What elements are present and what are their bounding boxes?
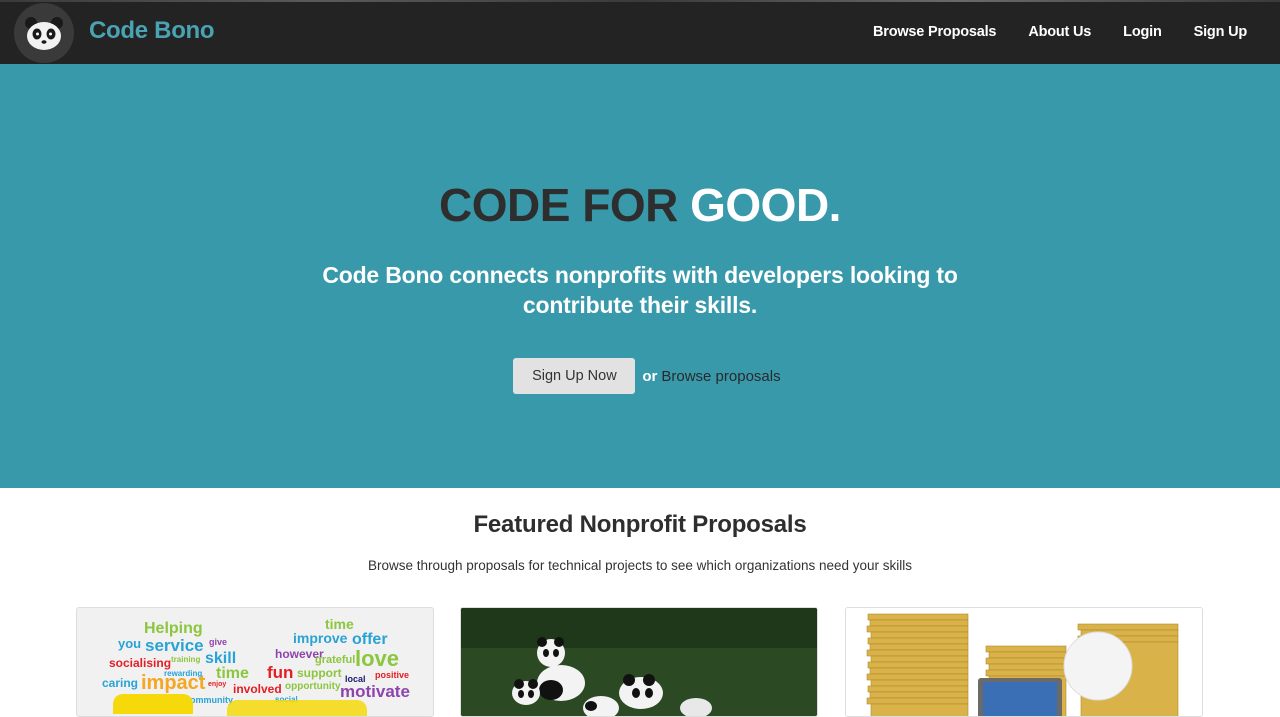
word-cloud-word: love [355,646,400,671]
hero-section: CODE FOR GOOD. Code Bono connects nonpro… [0,64,1280,488]
pandas-photo [461,608,817,716]
word-cloud-word: grateful [315,654,356,666]
word-cloud-word: you [118,636,142,651]
word-cloud-word: positive [375,670,410,680]
word-cloud-word: caring [102,676,139,690]
word-cloud-large-word-fragment [113,694,193,714]
word-cloud-word: improve [293,630,348,646]
word-cloud-word: fun [267,663,294,682]
hero-subtitle: Code Bono connects nonprofits with devel… [322,262,958,318]
featured-title: Featured Nonprofit Proposals [473,511,807,538]
word-cloud-word: support [297,666,342,680]
word-cloud-word: time [216,665,249,682]
word-cloud-word: training [171,655,201,664]
word-cloud-word: give [209,637,228,647]
browse-proposals-link[interactable]: Browse proposals [661,368,780,385]
hero-title: CODE FOR GOOD. [0,178,1280,232]
word-cloud-word: motivate [340,682,410,701]
hero-title-dark: CODE FOR [439,179,691,231]
nav-about-us[interactable]: About Us [1028,24,1091,40]
word-cloud-word: time [325,616,354,632]
nav-browse-proposals[interactable]: Browse Proposals [873,24,997,40]
nav-links: Browse Proposals About Us Login Sign Up [841,0,1247,64]
nav-login[interactable]: Login [1123,24,1162,40]
hero-title-light: GOOD. [690,179,841,231]
nav-sign-up[interactable]: Sign Up [1194,24,1248,40]
navbar: Code Bono Browse Proposals About Us Logi… [0,0,1280,64]
sign-up-now-button[interactable]: Sign Up Now [513,358,636,394]
panda-logo-icon[interactable] [14,3,74,63]
featured-subtitle: Browse through proposals for technical p… [367,558,913,573]
hero-cta: Sign Up Now or Browse proposals [0,358,1280,394]
word-cloud-word: socialising [109,656,172,670]
proposal-card-pandas[interactable] [460,607,818,717]
brand-name[interactable]: Code Bono [89,17,215,45]
proposal-card-volunteer[interactable]: Helping you service give socialising tra… [76,607,434,717]
word-cloud-large-word-fragment [227,700,367,716]
word-cloud-word: impact [141,672,206,694]
paperwork-photo [846,608,1202,716]
proposal-card-paperwork[interactable] [845,607,1203,717]
word-cloud-word: involved [233,682,282,696]
word-cloud-word: service [145,636,204,655]
cta-or-text: or [642,367,658,385]
word-cloud-word: opportunity [285,681,341,692]
